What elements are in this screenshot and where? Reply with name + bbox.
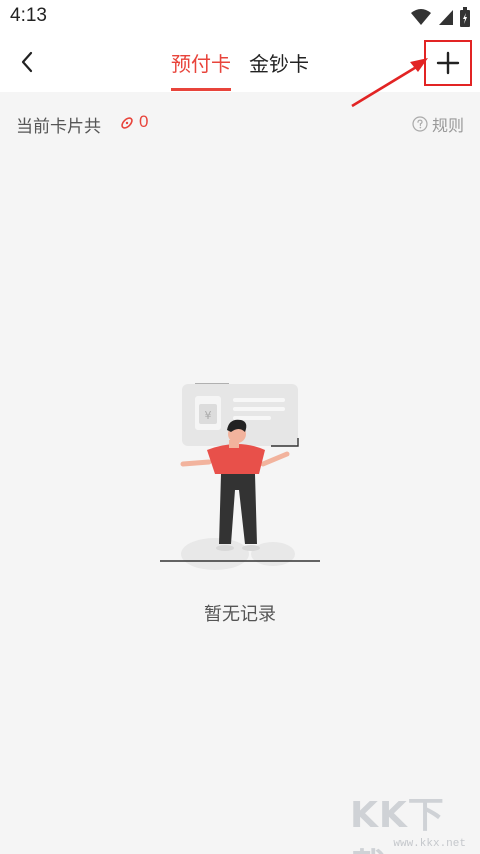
card-count-row: 当前卡片共 0 规则 — [0, 92, 480, 150]
signal-icon — [439, 10, 453, 25]
back-button[interactable] — [12, 46, 44, 78]
add-card-button[interactable] — [424, 40, 472, 86]
battery-icon — [460, 7, 470, 27]
nav-bar: 预付卡 金钞卡 — [0, 32, 480, 92]
chevron-left-icon — [21, 51, 33, 73]
empty-state-illustration: ¥ — [160, 383, 320, 570]
rules-link[interactable]: 规则 — [412, 112, 464, 136]
card-count-label: 当前卡片共 — [16, 117, 101, 137]
status-icons — [410, 7, 470, 27]
empty-state-text: 暂无记录 — [204, 604, 276, 625]
card-count-value: 0 — [139, 112, 149, 131]
help-circle-icon — [412, 116, 428, 132]
tab-prepaid-card[interactable]: 预付卡 — [171, 48, 231, 77]
rules-label: 规则 — [431, 116, 464, 135]
status-bar: 4:13 — [0, 0, 480, 32]
active-tab-indicator — [171, 88, 231, 91]
watermark-url: www.kkx.net — [393, 838, 466, 850]
wifi-icon — [411, 9, 431, 25]
watermark: KK下载 www.kkx.net — [350, 786, 470, 854]
plus-icon — [436, 51, 460, 75]
svg-text:¥: ¥ — [205, 409, 212, 422]
status-time: 4:13 — [10, 5, 47, 26]
tab-gold-card[interactable]: 金钞卡 — [249, 48, 309, 77]
card-count-icon — [121, 117, 133, 129]
